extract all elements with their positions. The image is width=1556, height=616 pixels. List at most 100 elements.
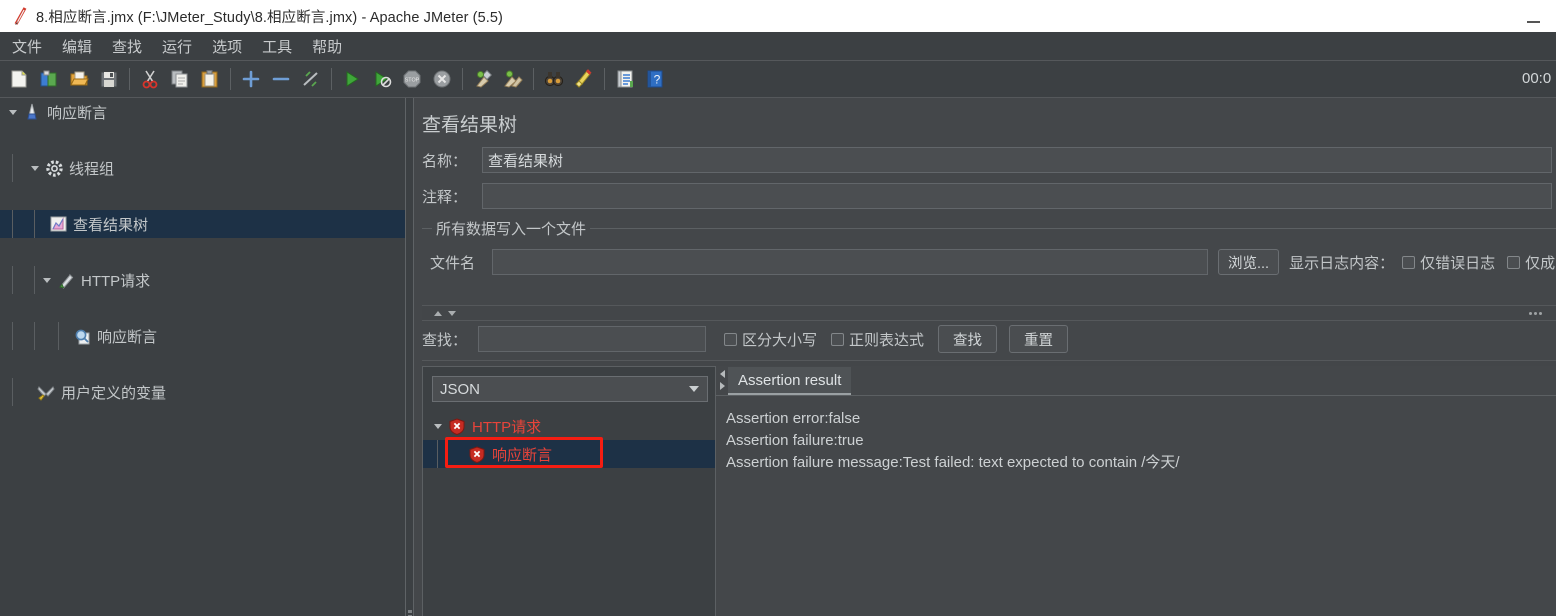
renderer-selected-label: JSON <box>440 380 481 398</box>
tab-scroll-left-icon[interactable] <box>719 369 725 378</box>
tree-node-label: 响应断言 <box>47 104 108 122</box>
checkbox-box-icon <box>831 332 845 346</box>
tree-node-label: HTTP请求 <box>81 272 151 290</box>
find-button[interactable]: 查找 <box>938 325 998 353</box>
save-icon <box>100 71 118 88</box>
menu-options[interactable]: 选项 <box>202 33 252 60</box>
elapsed-timer: 00:0 <box>1522 70 1552 87</box>
menu-tools[interactable]: 工具 <box>252 33 302 60</box>
shutdown-button[interactable] <box>429 66 455 92</box>
minimize-icon <box>1526 21 1540 23</box>
result-node-response-assertion[interactable]: 响应断言 <box>423 440 715 468</box>
clear-icon <box>476 70 492 88</box>
reset-button[interactable]: 重置 <box>1009 325 1069 353</box>
name-input[interactable]: 查看结果树 <box>482 147 1552 173</box>
case-sensitive-checkbox[interactable]: 区分大小写 <box>724 329 817 350</box>
templates-button[interactable] <box>36 66 62 92</box>
assertion-failure-line: Assertion failure:true <box>726 432 864 449</box>
tree-node-user-defined-variables[interactable]: 用户定义的变量 <box>0 378 405 406</box>
browse-button[interactable]: 浏览... <box>1218 249 1280 275</box>
test-plan-tree[interactable]: 响应断言 线程组 查看结果树 HTTP请求 响应断言 用户定义的变量 <box>0 98 405 616</box>
checkbox-box-icon <box>724 332 737 346</box>
expand-toggle[interactable] <box>4 98 22 126</box>
strip-handle-dots[interactable] <box>1527 312 1542 315</box>
shutdown-icon <box>433 70 451 88</box>
comment-input[interactable] <box>482 183 1552 209</box>
toggle-button[interactable] <box>298 66 324 92</box>
tree-node-test-plan[interactable]: 响应断言 <box>0 98 405 126</box>
minimize-button[interactable] <box>1510 0 1556 32</box>
error-shield-icon <box>447 416 467 436</box>
tab-scroll-right-icon[interactable] <box>719 381 725 390</box>
result-detail-panel: Assertion result Assertion error:false A… <box>716 366 1556 616</box>
result-tab-strip: Assertion result <box>716 366 1556 396</box>
tree-guide <box>58 322 59 350</box>
search-label: 查找： <box>422 331 468 349</box>
binoculars-icon <box>544 72 564 87</box>
tab-assertion-result[interactable]: Assertion result <box>728 367 852 395</box>
tree-node-response-assertion[interactable]: 响应断言 <box>0 322 405 350</box>
play-icon <box>346 71 359 87</box>
main-splitter[interactable] <box>405 98 414 616</box>
open-button[interactable] <box>66 66 92 92</box>
stop-button[interactable]: STOP <box>399 66 425 92</box>
tree-node-thread-group[interactable]: 线程组 <box>0 154 405 182</box>
expand-toggle[interactable] <box>38 266 56 294</box>
help-button[interactable]: ? <box>642 66 668 92</box>
start-no-pause-button[interactable] <box>369 66 395 92</box>
expand-all-button[interactable] <box>238 66 264 92</box>
start-button[interactable] <box>339 66 365 92</box>
sample-result-tree[interactable]: HTTP请求 响应断言 <box>423 412 715 468</box>
expand-toggle[interactable] <box>26 154 44 182</box>
menu-file[interactable]: 文件 <box>2 33 52 60</box>
help-icon: ? <box>647 70 663 88</box>
tree-node-label: 查看结果树 <box>73 216 149 234</box>
tree-node-http-request[interactable]: HTTP请求 <box>0 266 405 294</box>
cut-button[interactable] <box>137 66 163 92</box>
success-only-checkbox[interactable]: 仅成 <box>1507 252 1555 273</box>
expand-toggle[interactable] <box>429 412 447 440</box>
name-field-row: 名称： 查看结果树 <box>422 147 1556 173</box>
minus-icon <box>272 77 290 81</box>
collapse-strip-search[interactable] <box>422 305 1556 321</box>
clear-button[interactable] <box>470 66 496 92</box>
new-button[interactable] <box>6 66 32 92</box>
stop-icon: STOP <box>403 70 421 88</box>
tab-scroll-buttons[interactable] <box>716 365 728 395</box>
collapse-up-icon[interactable] <box>434 310 442 316</box>
search-button[interactable] <box>541 66 567 92</box>
collapse-all-button[interactable] <box>268 66 294 92</box>
assertion-failure-message-line: Assertion failure message:Test failed: t… <box>726 454 1180 471</box>
menu-edit[interactable]: 编辑 <box>52 33 102 60</box>
clear-all-button[interactable] <box>500 66 526 92</box>
toolbar-separator <box>462 68 463 90</box>
errors-only-label: 仅错误日志 <box>1420 254 1496 272</box>
reset-search-button[interactable] <box>571 66 597 92</box>
results-tree-panel: JSON HTTP请求 响应断言 <box>422 366 716 616</box>
toolbar: STOP ? 00:0 <box>0 61 1556 98</box>
title-bar: 8.相应断言.jmx (F:\JMeter_Study\8.相应断言.jmx) … <box>0 0 1556 32</box>
copy-button[interactable] <box>167 66 193 92</box>
search-input[interactable] <box>478 326 706 352</box>
splitter-grip[interactable] <box>408 610 412 616</box>
errors-only-checkbox[interactable]: 仅错误日志 <box>1402 252 1495 273</box>
save-button[interactable] <box>96 66 122 92</box>
regex-checkbox[interactable]: 正则表达式 <box>831 329 924 350</box>
case-sensitive-label: 区分大小写 <box>742 331 818 349</box>
result-node-label: 响应断言 <box>492 446 553 464</box>
comment-field-row: 注释： <box>422 183 1556 209</box>
menu-run[interactable]: 运行 <box>152 33 202 60</box>
paste-button[interactable] <box>197 66 223 92</box>
menu-help[interactable]: 帮助 <box>302 33 352 60</box>
group-legend: 所有数据写入一个文件 <box>432 218 591 239</box>
function-helper-icon <box>617 70 633 88</box>
tree-node-view-results-tree[interactable]: 查看结果树 <box>0 210 405 238</box>
filename-input[interactable] <box>492 249 1208 275</box>
menu-search[interactable]: 查找 <box>102 33 152 60</box>
result-node-http-request[interactable]: HTTP请求 <box>423 412 715 440</box>
error-shield-icon <box>467 444 487 464</box>
function-helper-button[interactable] <box>612 66 638 92</box>
renderer-select[interactable]: JSON <box>432 376 708 402</box>
chevron-down-icon <box>689 386 699 392</box>
collapse-down-icon[interactable] <box>448 310 456 316</box>
